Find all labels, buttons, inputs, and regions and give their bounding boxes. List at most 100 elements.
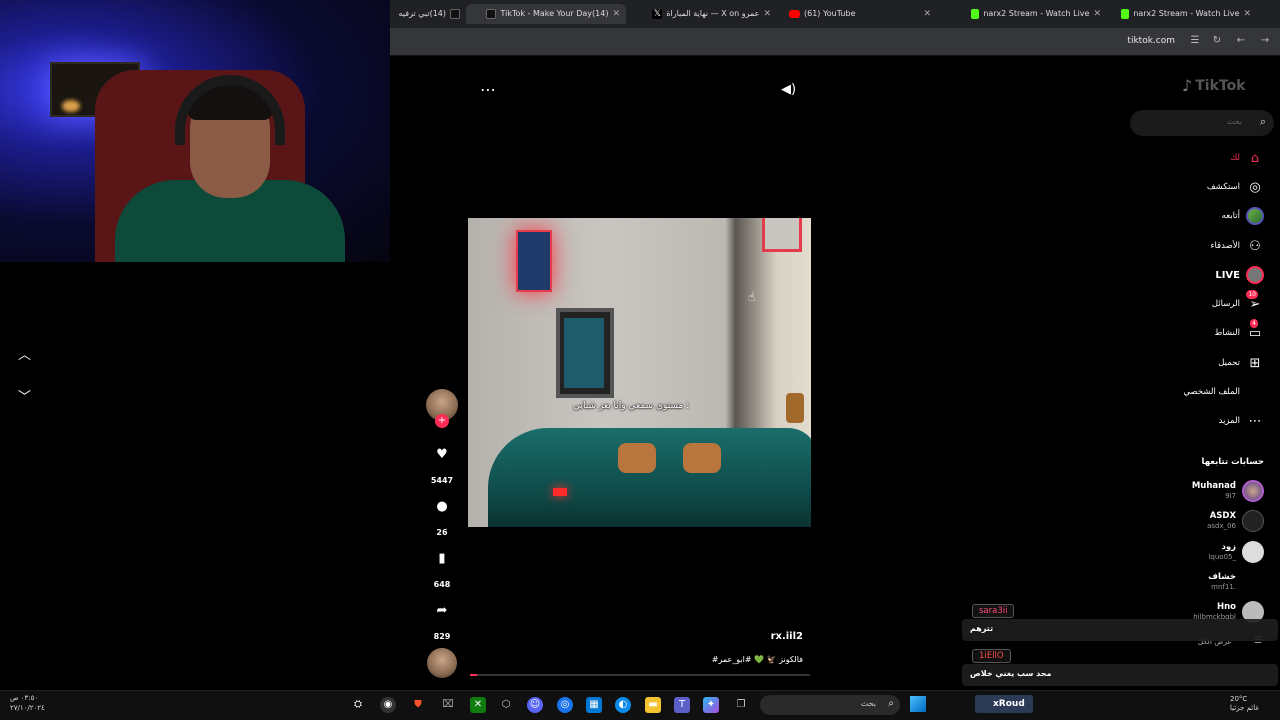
like-count: 5447 <box>430 476 454 485</box>
messages-icon: ➢ 10 <box>1246 290 1261 312</box>
activity-icon: ▭ 4 <box>1248 319 1262 341</box>
kick-icon <box>971 9 980 19</box>
epic-icon[interactable]: ⬡ <box>498 697 514 713</box>
search-icon[interactable]: ⌕ <box>1260 115 1266 129</box>
browser-tab-active[interactable]: ✕ (14)TikTok - Make Your Day <box>466 4 626 24</box>
close-tab-icon[interactable]: ✕ <box>1093 4 1101 24</box>
discord-icon[interactable]: ☺ <box>527 697 543 713</box>
windows-start-icon[interactable] <box>910 696 926 712</box>
browser-tab[interactable]: ✕ narx2 Stream - Watch Live <box>945 4 1105 24</box>
chat-message: محد سب يغني خلاص <box>970 669 1052 678</box>
worker <box>564 318 604 388</box>
followed-account[interactable]: Muhanad 9l7 <box>1192 479 1264 503</box>
browser-tab[interactable]: ✕ narx2 Stream - Watch Live <box>1105 4 1255 24</box>
tiktok-note-icon: ♪ <box>1182 76 1193 95</box>
chat-message: تترهم <box>970 624 994 633</box>
stream-up-arrow-icon[interactable]: ︿ <box>18 344 31 363</box>
hand-cursor-icon: ☝ <box>748 290 756 304</box>
browser-tab[interactable]: ✕ (61) YouTube <box>785 4 935 24</box>
tiktok-icon <box>486 9 497 19</box>
chrome-icon[interactable]: ◎ <box>557 697 573 713</box>
taskbar-search[interactable]: بحث ⌕ <box>760 695 900 715</box>
taskbar <box>0 690 1280 720</box>
close-tab-icon[interactable]: ✕ <box>612 4 620 24</box>
browser-tab[interactable]: ✕ عمرو X on — نهاية المباراة 𝕏 <box>630 4 775 24</box>
youtube-icon <box>789 10 800 18</box>
comment-count: 26 <box>436 528 448 537</box>
teams-icon[interactable]: T <box>674 697 690 713</box>
nav-following[interactable]: أتابعه <box>1222 206 1264 226</box>
brave-icon[interactable]: ⛊ <box>410 697 426 713</box>
video-progress-bar[interactable] <box>470 674 810 676</box>
weather-widget[interactable]: 20°C غائم جزئيا <box>1230 695 1259 713</box>
close-tab-icon[interactable]: ✕ <box>763 4 771 24</box>
site-settings-icon[interactable]: ☰ <box>1188 35 1202 46</box>
taskbar-clock: ٠٣:٥٠ ص ٢٧/١٠/٢٠٢٤ <box>10 694 45 712</box>
window-icon[interactable]: ❐ <box>733 697 749 713</box>
tiktok-icon <box>450 9 460 19</box>
tail-light <box>553 488 567 496</box>
followed-account[interactable]: زود lquo05_ <box>1208 540 1264 564</box>
like-heart-icon[interactable]: ♥ <box>432 447 452 462</box>
store-icon[interactable]: ▦ <box>586 697 602 713</box>
nav-activity[interactable]: النشاط ▭ 4 <box>1214 319 1264 343</box>
nav-upload[interactable]: تحميل ⊞ <box>1218 353 1264 373</box>
video-progress-fill <box>470 674 477 676</box>
friends-icon: ⚇ <box>1249 238 1261 254</box>
share-arrow-icon[interactable]: ➦ <box>432 603 452 618</box>
xbox-icon[interactable]: ✕ <box>470 697 486 713</box>
avatar <box>1242 480 1264 502</box>
share-count: 829 <box>433 632 451 641</box>
live-icon <box>1246 266 1264 284</box>
back-icon[interactable]: ← <box>1234 35 1248 46</box>
nav-messages[interactable]: الرسائل ➢ 10 <box>1212 290 1264 314</box>
car-seat <box>618 443 656 473</box>
following-avatar-icon <box>1246 207 1264 225</box>
followed-account[interactable]: خشاف mnf11. <box>1208 570 1264 594</box>
nav-live[interactable]: LIVE <box>1215 265 1264 285</box>
avatar <box>1242 571 1264 593</box>
nav-profile[interactable]: الملف الشخصي <box>1183 382 1264 402</box>
copilot-icon[interactable]: ✦ <box>703 697 719 713</box>
more-options-icon[interactable]: ⋯ <box>480 80 497 99</box>
browser-tab[interactable]: (14)تبي ترفيه <box>390 4 460 24</box>
folder-icon[interactable]: ▬ <box>645 697 661 713</box>
tiktok-logo[interactable]: ♪ TikTok <box>1182 76 1246 95</box>
screen: ︿ ﹀ (14)تبي ترفيه ✕ (14)TikTok - Make Yo… <box>0 0 1280 720</box>
comment-icon[interactable]: ● <box>432 499 452 514</box>
chat-username: 1iEllO <box>972 649 1011 663</box>
obs-icon[interactable]: ◉ <box>380 697 396 713</box>
x-icon: 𝕏 <box>652 9 663 19</box>
volume-icon[interactable]: ◀) <box>781 82 796 97</box>
red-neon-frame <box>762 218 802 252</box>
app-icon[interactable]: ⌧ <box>440 697 456 713</box>
browser-tabstrip: (14)تبي ترفيه ✕ (14)TikTok - Make Your D… <box>390 0 1280 28</box>
avatar <box>1242 541 1264 563</box>
close-tab-icon[interactable]: ✕ <box>923 4 931 24</box>
nav-more[interactable]: المزيد ⋯ <box>1219 411 1264 431</box>
forward-icon[interactable]: → <box>1258 35 1272 46</box>
url-text[interactable]: tiktok.com <box>1127 36 1175 46</box>
webcam-overlay <box>0 0 390 262</box>
motorbike-rider <box>786 393 804 423</box>
nav-explore[interactable]: استكشف ◎ <box>1207 177 1264 197</box>
steam-icon[interactable]: ⛭ <box>350 697 366 713</box>
kick-username: xRoud <box>975 695 1033 713</box>
search-input[interactable]: بحث ⌕ <box>1130 110 1274 136</box>
close-tab-icon[interactable]: ✕ <box>1243 4 1251 24</box>
bookmark-icon[interactable]: ▮ <box>432 551 452 566</box>
reload-icon[interactable]: ↻ <box>1210 35 1224 46</box>
followed-account[interactable]: ASDX asdx_06 <box>1207 509 1264 533</box>
music-disc-icon[interactable] <box>427 648 457 678</box>
neon-sign <box>516 230 552 292</box>
more-icon: ⋯ <box>1248 413 1262 429</box>
nav-friends[interactable]: الأصدقاء ⚇ <box>1210 236 1264 256</box>
address-bar[interactable]: tiktok.com ☰ ↻ ← → <box>390 28 1280 56</box>
nav-for-you[interactable]: لك ⌂ <box>1230 148 1264 168</box>
stream-down-arrow-icon[interactable]: ﹀ <box>18 386 31 405</box>
follow-plus-icon[interactable]: + <box>435 414 449 428</box>
video-player[interactable]: مستوى سمعي وانا بعز شبابي : <box>468 218 811 527</box>
video-author[interactable]: rx.iil2 <box>771 631 803 642</box>
avatar <box>1242 510 1264 532</box>
edge-icon[interactable]: ◐ <box>615 697 631 713</box>
